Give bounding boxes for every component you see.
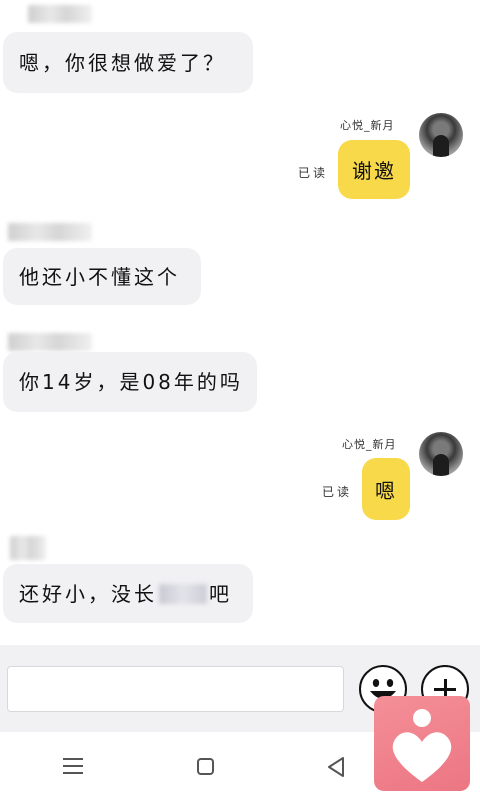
message-text: 他还小不懂这个 <box>19 264 180 289</box>
own-avatar[interactable] <box>419 432 463 476</box>
own-avatar[interactable] <box>419 113 463 157</box>
message-text: 嗯 <box>375 478 397 503</box>
message-bubble-received[interactable]: 嗯，你很想做爱了？ <box>3 32 253 93</box>
read-status: 已读 <box>298 166 329 180</box>
triangle-back-icon[interactable] <box>326 756 346 778</box>
blurred-sender-name <box>8 223 92 241</box>
blurred-sender-name <box>28 5 92 23</box>
menu-icon[interactable] <box>63 758 83 774</box>
message-text: 嗯，你很想做爱了？ <box>19 50 226 75</box>
chat-area: 嗯，你很想做爱了？ 心悦_新月 已读 谢邀 他还小不懂这个 你14岁，是08年的… <box>0 0 480 645</box>
message-bubble-sent[interactable]: 嗯 <box>362 458 410 520</box>
heart-person-icon[interactable] <box>374 696 470 791</box>
read-status: 已读 <box>322 485 353 499</box>
message-bubble-sent[interactable]: 谢邀 <box>338 140 410 199</box>
message-bubble-received[interactable]: 还好小，没长 吧 <box>3 564 253 623</box>
message-text: 你14岁，是08年的吗 <box>19 370 243 394</box>
square-home-icon[interactable] <box>197 758 214 775</box>
blurred-sender-name <box>8 333 92 351</box>
message-text-before: 还好小，没长 <box>19 581 157 606</box>
message-bubble-received[interactable]: 你14岁，是08年的吗 <box>3 352 257 412</box>
message-input[interactable] <box>7 666 344 712</box>
censored-word <box>159 583 207 604</box>
own-nickname: 心悦_新月 <box>342 438 397 451</box>
message-text: 谢邀 <box>352 159 396 183</box>
blurred-sender-name <box>10 536 46 560</box>
message-text-after: 吧 <box>209 581 232 606</box>
message-bubble-received[interactable]: 他还小不懂这个 <box>3 248 201 305</box>
own-nickname: 心悦_新月 <box>340 119 395 132</box>
